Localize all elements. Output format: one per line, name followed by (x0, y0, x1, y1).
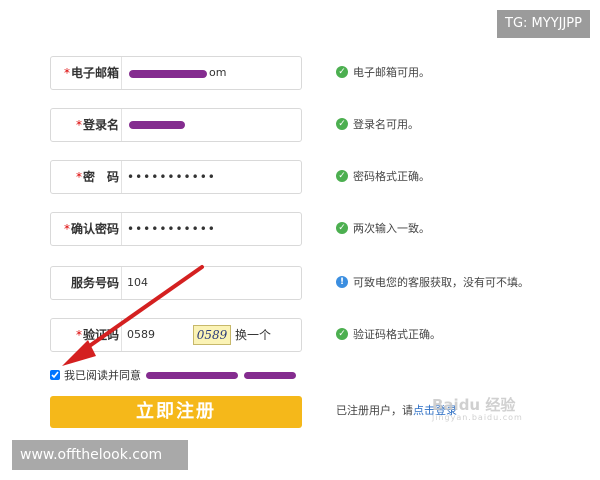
site-label: www.offthelook.com (12, 440, 188, 470)
tg-label: TG: MYYJJPP (497, 10, 590, 38)
red-annotation-arrow (62, 265, 204, 366)
arrow-shaft (76, 265, 204, 356)
